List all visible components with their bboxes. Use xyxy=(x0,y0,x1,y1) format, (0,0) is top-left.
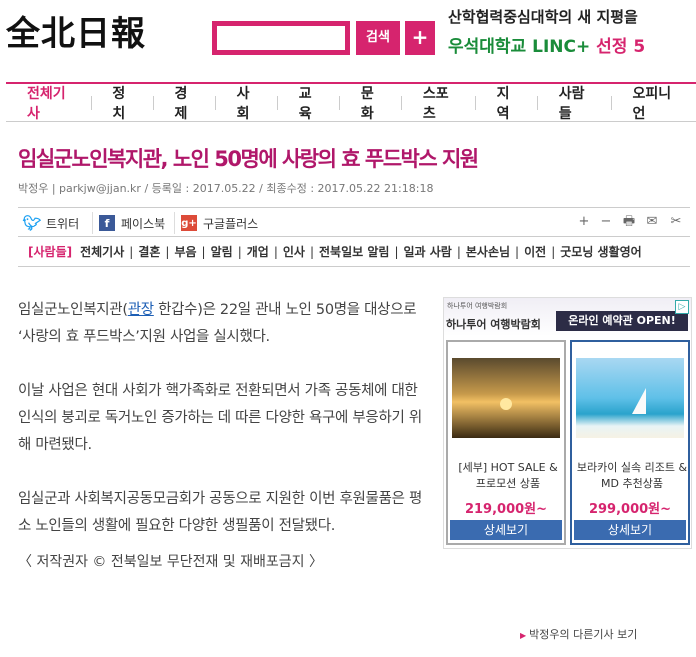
nav-item-all[interactable]: 전체기사 xyxy=(6,84,92,122)
ad-card-boracay[interactable]: 보라카이 실속 리조트 & MD 추천상품 299,000원~ 상세보기 xyxy=(570,340,690,545)
banner-selected: 선정 5 xyxy=(596,37,646,57)
more-by-author-label: 박정우의 다른기사 보기 xyxy=(529,628,638,641)
ad-card-text: 보라카이 실속 리조트 & MD 추천상품 xyxy=(576,461,688,490)
sailboat-beach-image xyxy=(576,358,684,438)
article-body: 임실군노인복지관(관장 한갑수)은 22일 관내 노인 50명을 대상으로 ‘사… xyxy=(18,297,434,567)
adchoices-icon[interactable]: ▷ xyxy=(675,300,689,314)
tag-item[interactable]: 전체기사 xyxy=(80,243,124,260)
share-twitter-button[interactable]: 🐦︎ 트위터 xyxy=(22,212,80,234)
add-button[interactable]: + xyxy=(405,21,435,55)
ad-brand-small: 하나투어 여행박람회 xyxy=(447,302,508,310)
facebook-icon: f xyxy=(99,215,115,231)
nav-label: 교육 xyxy=(298,85,312,122)
paragraph-text: 임실군노인복지관( xyxy=(18,302,128,318)
nav-item-politics[interactable]: 정치 xyxy=(91,84,154,122)
article-paragraph: 임실군과 사회복지공동모금회가 공동으로 지원한 이번 후원물품은 평소 노인들… xyxy=(18,491,423,534)
ad-card-price: 299,000원~ xyxy=(588,502,672,517)
ad-open-banner[interactable]: 온라인 예약관 OPEN! xyxy=(556,311,688,331)
site-logo[interactable]: 全北日報 xyxy=(6,14,146,54)
nav-item-people[interactable]: 사람들 xyxy=(538,84,612,122)
font-decrease-icon[interactable]: − xyxy=(598,213,614,231)
nav-item-region[interactable]: 지역 xyxy=(476,84,538,122)
tag-item[interactable]: 알림 xyxy=(211,243,233,260)
banner-university: 우석대학교 xyxy=(448,37,527,57)
tag-section-label: [사람들] xyxy=(28,245,73,259)
advertisement[interactable]: 하나투어 여행박람회 하나투어 여행박람회 온라인 예약관 OPEN! ▷ [세… xyxy=(443,297,692,549)
share-bar: 🐦︎ 트위터 f 페이스북 g+ 구글플러스 + − 🖶 ✉ ✂ xyxy=(18,207,690,237)
share-google-label: 구글플러스 xyxy=(203,216,259,231)
nav-item-opinion[interactable]: 오피니언 xyxy=(612,84,696,122)
twitter-icon: 🐦︎ xyxy=(22,214,42,232)
tag-item[interactable]: 결혼 xyxy=(138,243,160,260)
article-meta: 박정우 | parkjw@jjan.kr / 등록일 : 2017.05.22 … xyxy=(18,182,434,195)
scrap-icon[interactable]: ✂ xyxy=(668,213,684,231)
search-input[interactable] xyxy=(217,26,345,50)
tag-item[interactable]: 부음 xyxy=(174,243,196,260)
font-increase-icon[interactable]: + xyxy=(576,213,592,231)
ad-detail-button[interactable]: 상세보기 xyxy=(450,520,562,540)
more-by-author-link[interactable]: ▶ 박정우의 다른기사 보기 xyxy=(520,626,637,642)
nav-label: 경제 xyxy=(174,85,188,122)
nav-label: 스포츠 xyxy=(422,85,449,122)
nav-label: 지역 xyxy=(496,85,510,122)
banner-linc: LINC+ xyxy=(532,37,591,57)
tag-item[interactable]: 인사 xyxy=(283,243,305,260)
tag-item[interactable]: 본사손님 xyxy=(466,243,510,260)
nav-item-culture[interactable]: 문화 xyxy=(340,84,402,122)
nav-item-society[interactable]: 사회 xyxy=(216,84,278,122)
search-box[interactable] xyxy=(212,21,350,55)
share-google-button[interactable]: g+ 구글플러스 xyxy=(174,212,258,234)
ad-card-cebu[interactable]: [세부] HOT SALE & 프로모션 상품 219,000원~ 상세보기 xyxy=(446,340,566,545)
site-header: 全北日報 검색 + 산학협력중심대학의 새 지평을 우석대학교 LINC+ 선정… xyxy=(0,0,696,82)
triangle-icon: ▶ xyxy=(520,631,527,640)
nav-item-economy[interactable]: 경제 xyxy=(153,84,216,122)
keyword-link[interactable]: 관장 xyxy=(128,302,154,318)
article-paragraph: 이날 사업은 현대 사회가 핵가족화로 전환되면서 가족 공동체에 대한 인식의… xyxy=(18,383,422,453)
search-button[interactable]: 검색 xyxy=(356,21,400,55)
ad-card-price: 219,000원~ xyxy=(464,502,548,517)
nav-label: 사회 xyxy=(236,85,250,122)
nav-label: 정치 xyxy=(112,85,126,122)
share-facebook-button[interactable]: f 페이스북 xyxy=(92,212,165,234)
article-title: 임실군노인복지관, 노인 50명에 사랑의 효 푸드박스 지원 xyxy=(18,147,479,171)
nav-item-sports[interactable]: 스포츠 xyxy=(402,84,476,122)
google-plus-icon: g+ xyxy=(181,215,197,231)
sunset-beach-image xyxy=(452,358,560,438)
nav-label: 사람들 xyxy=(558,85,585,122)
email-icon[interactable]: ✉ xyxy=(644,213,660,231)
related-tags: [사람들] 전체기사 | 결혼 | 부음 | 알림 | 개업 | 인사 | 전북일보 알림 |… xyxy=(18,237,690,267)
ad-brand: 하나투어 여행박람회 xyxy=(446,318,541,331)
share-facebook-label: 페이스북 xyxy=(121,216,166,231)
nav-item-education[interactable]: 교육 xyxy=(278,84,340,122)
tag-item[interactable]: 굿모닝 생활영어 xyxy=(560,243,641,260)
ad-card-text: [세부] HOT SALE & 프로모션 상품 xyxy=(458,461,558,490)
copyright-notice: 〈 저작권자 © 전북일보 무단전재 및 재배포금지 〉 xyxy=(18,554,323,570)
main-nav: 전체기사 정치 경제 사회 교육 문화 스포츠 지역 사람들 오피니언 xyxy=(6,82,696,122)
nav-label: 문화 xyxy=(360,85,374,122)
tag-item[interactable]: 전북일보 알림 xyxy=(319,243,389,260)
tag-item[interactable]: 개업 xyxy=(247,243,269,260)
banner-headline[interactable]: 산학협력중심대학의 새 지평을 xyxy=(448,6,638,27)
tag-item[interactable]: 이전 xyxy=(524,243,546,260)
tag-item[interactable]: 일과 사람 xyxy=(403,243,451,260)
ad-detail-button[interactable]: 상세보기 xyxy=(574,520,686,540)
nav-label: 전체기사 xyxy=(27,85,66,122)
print-icon[interactable]: 🖶 xyxy=(621,213,637,231)
ad-header: 하나투어 여행박람회 하나투어 여행박람회 온라인 예약관 OPEN! ▷ xyxy=(444,298,691,336)
nav-label: 오피니언 xyxy=(632,85,672,122)
banner-subline[interactable]: 우석대학교 LINC+ 선정 5 xyxy=(448,32,645,57)
article-paragraph: 임실군노인복지관(관장 한갑수)은 22일 관내 노인 50명을 대상으로 ‘사… xyxy=(18,297,434,351)
share-twitter-label: 트위터 xyxy=(46,216,80,231)
